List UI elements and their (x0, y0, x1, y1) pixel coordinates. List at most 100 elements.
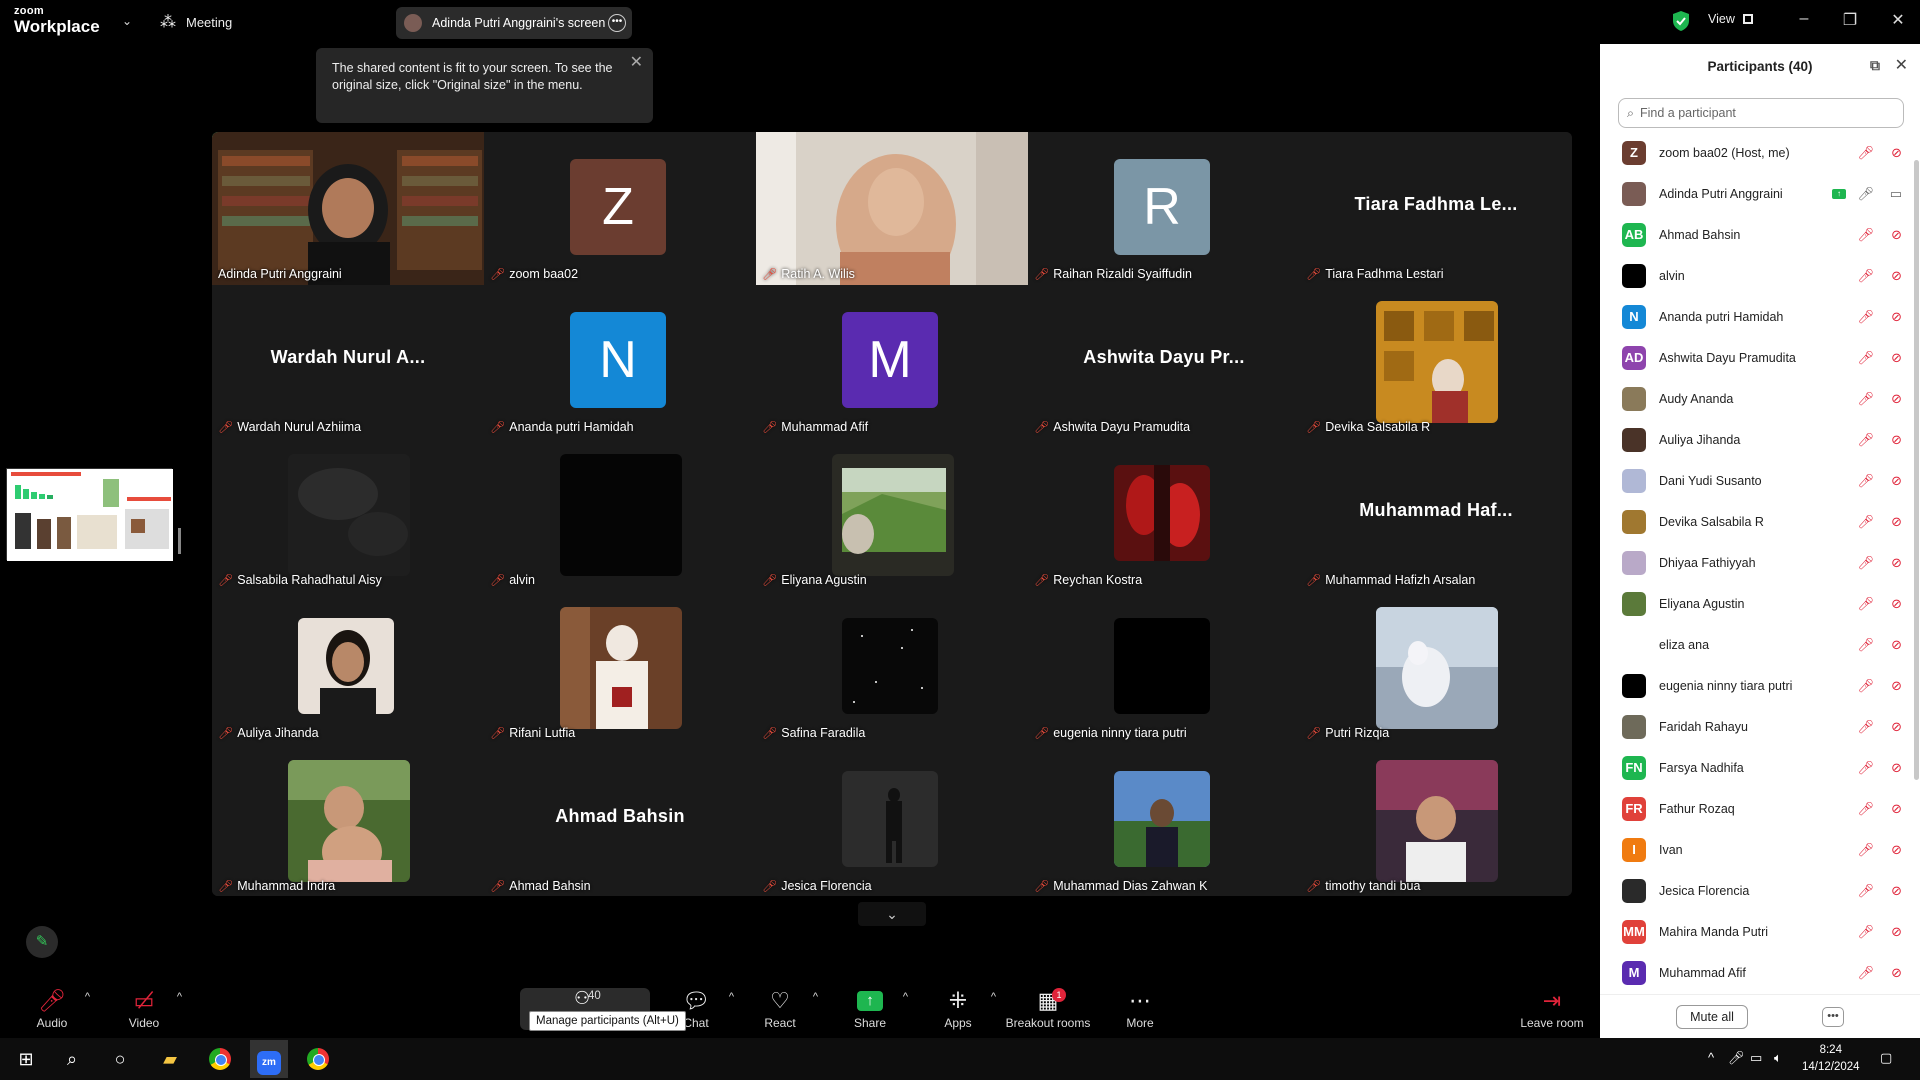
camera-off-icon[interactable]: ⊘ (1891, 145, 1902, 161)
camera-off-icon[interactable]: ⊘ (1891, 596, 1902, 612)
camera-off-icon[interactable]: ⊘ (1891, 391, 1902, 407)
microphone-icon[interactable]: 🎤︎ (1728, 1050, 1745, 1066)
leave-room-button[interactable]: ⇥ Leave room (1512, 980, 1592, 1038)
mic-muted-icon[interactable]: 🎤︎ (1857, 637, 1874, 653)
mic-muted-icon[interactable]: 🎤︎ (1857, 432, 1874, 448)
meeting-menu-button[interactable]: ⁂ Meeting (160, 12, 232, 32)
participant-row[interactable]: Zzoom baa02 (Host, me) 🎤︎ ⊘ (1600, 132, 1912, 173)
more-button[interactable]: ⋯ More (1100, 980, 1180, 1038)
mic-muted-icon[interactable]: 🎤︎ (1857, 924, 1874, 940)
participant-row[interactable]: Audy Ananda 🎤︎ ⊘ (1600, 378, 1912, 419)
close-icon[interactable]: ✕ (1895, 55, 1908, 75)
scrollbar[interactable] (1914, 140, 1920, 1020)
video-button[interactable]: ▭̸ Video ^ (104, 980, 184, 1038)
share-button[interactable]: ↑ Share ^ (830, 980, 910, 1038)
shared-content-thumbnail[interactable] (6, 468, 173, 561)
participant-row[interactable]: FN Farsya Nadhifa 🎤︎ ⊘ (1600, 747, 1912, 788)
mic-muted-icon[interactable]: 🎤︎ (1857, 350, 1874, 366)
file-explorer-icon[interactable]: ▰ (156, 1045, 184, 1073)
chrome-icon[interactable] (206, 1045, 234, 1073)
camera-off-icon[interactable]: ⊘ (1891, 924, 1902, 940)
participant-row[interactable]: N Ananda putri Hamidah 🎤︎ ⊘ (1600, 296, 1912, 337)
mute-all-button[interactable]: Mute all (1676, 1005, 1748, 1029)
apps-button[interactable]: ⁜ Apps ^ (918, 980, 998, 1038)
shared-screen-pill[interactable]: Adinda Putri Anggraini's screen ••• (396, 7, 632, 39)
task-view-icon[interactable]: ○ (106, 1045, 134, 1073)
breakout-rooms-button[interactable]: ▦ 1 Breakout rooms (1000, 980, 1096, 1038)
close-window-icon[interactable]: ✕ (1888, 10, 1908, 30)
mic-muted-icon[interactable]: 🎤︎ (1857, 760, 1874, 776)
mic-muted-icon[interactable]: 🎤︎ (1857, 145, 1874, 161)
zoom-app-icon[interactable]: zm (255, 1045, 283, 1075)
participant-row[interactable]: M Muhammad Afif 🎤︎ ⊘ (1600, 952, 1912, 993)
more-options-button[interactable]: ••• (1822, 1007, 1844, 1027)
react-button[interactable]: ♡ React ^ (740, 980, 820, 1038)
camera-off-icon[interactable]: ⊘ (1891, 719, 1902, 735)
participant-row[interactable]: alvin 🎤︎ ⊘ (1600, 255, 1912, 296)
chevron-down-icon[interactable]: ⌄ (122, 14, 132, 28)
video-tile[interactable]: 🎤︎ alvin (484, 438, 756, 591)
chevron-up-icon[interactable]: ^ (991, 991, 996, 1003)
camera-off-icon[interactable]: ⊘ (1891, 514, 1902, 530)
video-tile[interactable]: 🎤︎ Eliyana Agustin (756, 438, 1028, 591)
camera-off-icon[interactable]: ⊘ (1891, 432, 1902, 448)
video-tile[interactable]: 🎤︎ Muhammad Dias Zahwan K (1028, 744, 1300, 896)
camera-off-icon[interactable]: ⊘ (1891, 309, 1902, 325)
participant-search-input[interactable]: ⌕ Find a participant (1618, 98, 1904, 128)
minimize-icon[interactable]: – (1794, 10, 1814, 28)
network-icon[interactable]: ▭ (1750, 1050, 1762, 1066)
video-tile[interactable]: Ashwita Dayu Pr... 🎤︎ Ashwita Dayu Pramud… (1028, 285, 1300, 438)
camera-off-icon[interactable]: ⊘ (1891, 637, 1902, 653)
camera-off-icon[interactable]: ⊘ (1891, 473, 1902, 489)
mic-muted-icon[interactable]: 🎤︎ (1857, 719, 1874, 735)
mic-muted-icon[interactable]: 🎤︎ (1857, 309, 1874, 325)
annotate-pen-icon[interactable]: ✎ (26, 926, 58, 958)
maximize-icon[interactable]: ❐ (1840, 10, 1860, 30)
mic-muted-icon[interactable]: 🎤︎ (1857, 801, 1874, 817)
video-tile[interactable]: 🎤︎ Salsabila Rahadhatul Aisy (212, 438, 484, 591)
mic-muted-icon[interactable]: 🎤︎ (1857, 965, 1874, 981)
video-tile[interactable]: 🎤︎ timothy tandi bua (1300, 744, 1572, 896)
mic-muted-icon[interactable]: 🎤︎ (1857, 268, 1874, 284)
video-tile[interactable]: 🎤︎ Devika Salsabila R (1300, 285, 1572, 438)
camera-off-icon[interactable]: ⊘ (1891, 842, 1902, 858)
mic-on-icon[interactable]: 🎤︎ (1857, 186, 1874, 202)
taskbar-clock[interactable]: 8:24 14/12/2024 (1802, 1042, 1860, 1076)
video-tile[interactable]: M 🎤︎ Muhammad Afif (756, 285, 1028, 438)
mic-muted-icon[interactable]: 🎤︎ (1857, 883, 1874, 899)
chevron-up-icon[interactable]: ^ (177, 991, 182, 1003)
chevron-up-icon[interactable]: ^ (85, 991, 90, 1003)
video-tile[interactable]: 🎤︎ Jesica Florencia (756, 744, 1028, 896)
participant-row[interactable]: Faridah Rahayu 🎤︎ ⊘ (1600, 706, 1912, 747)
mic-muted-icon[interactable]: 🎤︎ (1857, 842, 1874, 858)
video-tile[interactable]: R 🎤︎ Raihan Rizaldi Syaiffudin (1028, 132, 1300, 285)
participant-row[interactable]: eliza ana 🎤︎ ⊘ (1600, 624, 1912, 665)
participant-row[interactable]: FR Fathur Rozaq 🎤︎ ⊘ (1600, 788, 1912, 829)
volume-icon[interactable]: 🔈︎ (1774, 1050, 1782, 1066)
mic-muted-icon[interactable]: 🎤︎ (1857, 227, 1874, 243)
camera-on-icon[interactable]: ▭ (1890, 186, 1902, 202)
video-tile[interactable]: 🎤︎ eugenia ninny tiara putri (1028, 591, 1300, 744)
camera-off-icon[interactable]: ⊘ (1891, 678, 1902, 694)
participant-row[interactable]: Dhiyaa Fathiyyah 🎤︎ ⊘ (1600, 542, 1912, 583)
mic-muted-icon[interactable]: 🎤︎ (1857, 596, 1874, 612)
chrome-icon[interactable] (304, 1045, 332, 1073)
chevron-up-icon[interactable]: ^ (903, 991, 908, 1003)
participant-row[interactable]: MM Mahira Manda Putri 🎤︎ ⊘ (1600, 911, 1912, 952)
video-tile[interactable]: Z 🎤︎ zoom baa02 (484, 132, 756, 285)
video-tile[interactable]: Wardah Nurul A... 🎤︎ Wardah Nurul Azhiima (212, 285, 484, 438)
participant-row[interactable]: Auliya Jihanda 🎤︎ ⊘ (1600, 419, 1912, 460)
participant-row[interactable]: Devika Salsabila R 🎤︎ ⊘ (1600, 501, 1912, 542)
participant-row[interactable]: AB Ahmad Bahsin 🎤︎ ⊘ (1600, 214, 1912, 255)
search-icon[interactable]: ⌕ (58, 1045, 86, 1073)
scroll-thumb[interactable] (1914, 160, 1919, 780)
mic-muted-icon[interactable]: 🎤︎ (1857, 678, 1874, 694)
camera-off-icon[interactable]: ⊘ (1891, 965, 1902, 981)
windows-start-icon[interactable]: ⊞ (12, 1045, 40, 1073)
participant-row[interactable]: Eliyana Agustin 🎤︎ ⊘ (1600, 583, 1912, 624)
pop-out-icon[interactable]: ⧉ (1870, 57, 1880, 74)
chevron-up-icon[interactable]: ^ (813, 991, 818, 1003)
participant-row[interactable]: Dani Yudi Susanto 🎤︎ ⊘ (1600, 460, 1912, 501)
thumbnail-resize-handle[interactable] (178, 528, 181, 554)
view-button[interactable]: View (1708, 12, 1753, 26)
